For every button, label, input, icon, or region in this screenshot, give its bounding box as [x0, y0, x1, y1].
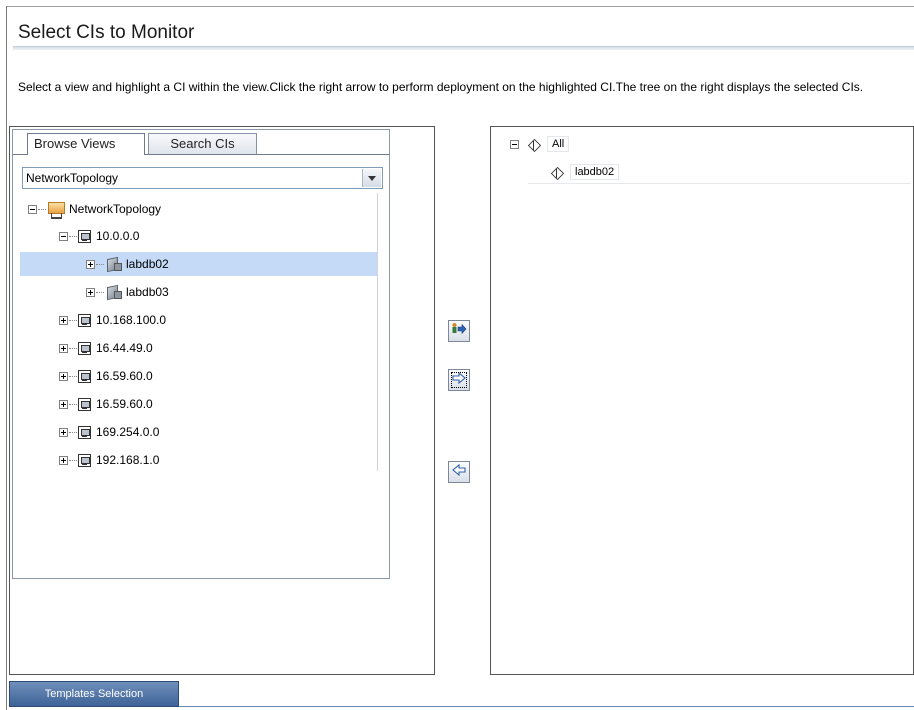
subnet-icon [78, 229, 91, 243]
tree-scroll-divider [377, 193, 378, 471]
selected-cis-panel [490, 126, 914, 675]
tree-connector [69, 319, 77, 321]
collapse-icon[interactable] [28, 204, 37, 214]
tab-browse-views[interactable]: Browse Views [27, 133, 145, 155]
people-arrow-icon [451, 322, 467, 340]
page-title: Select CIs to Monitor [18, 22, 195, 43]
tree-node-label: labdb02 [126, 257, 169, 271]
cube-icon [550, 165, 564, 179]
expand-icon[interactable] [59, 455, 68, 465]
tab-search-cis[interactable]: Search CIs [148, 133, 257, 154]
view-icon [47, 201, 65, 219]
view-select-dropdown[interactable]: NetworkTopology [22, 167, 383, 189]
expand-icon[interactable] [59, 399, 68, 409]
collapse-icon[interactable] [510, 139, 519, 149]
tree-node-label: NetworkTopology [69, 202, 162, 216]
tree-node-label: 10.0.0.0 [96, 229, 140, 243]
subnet-icon [78, 369, 91, 383]
tree-row[interactable]: 10.168.100.0 [59, 308, 166, 332]
tree-node-label: All [547, 136, 570, 152]
tree-row[interactable]: 10.0.0.0 [59, 224, 139, 248]
cube-icon [527, 137, 541, 151]
tree-node-label: 192.168.1.0 [96, 453, 160, 467]
selected-tree-root[interactable]: All [510, 132, 570, 156]
tree-row-selected[interactable]: labdb02 [20, 252, 377, 276]
title-underline [13, 46, 914, 50]
tree-connector [38, 208, 46, 210]
tree-row[interactable]: 169.254.0.0 [59, 420, 159, 444]
expand-icon[interactable] [59, 371, 68, 381]
expand-icon[interactable] [59, 427, 68, 437]
chevron-down-icon[interactable] [362, 169, 381, 187]
templates-selection-tab[interactable]: Templates Selection [9, 681, 179, 707]
subnet-icon [78, 341, 91, 355]
window-top-border [6, 6, 914, 7]
footer-tab-strip [179, 706, 914, 707]
tree-node-label: 169.254.0.0 [96, 425, 160, 439]
tree-row[interactable]: 16.59.60.0 [59, 364, 153, 388]
deploy-button[interactable] [448, 369, 470, 391]
deploy-with-children-button[interactable] [448, 320, 470, 342]
tree-node-label: 16.59.60.0 [96, 369, 153, 383]
tree-node-label: labdb02 [570, 163, 620, 180]
tree-connector [69, 235, 77, 237]
host-icon [105, 257, 122, 271]
tree-root-row[interactable]: NetworkTopology [28, 197, 161, 221]
tree-node-label: 16.44.49.0 [96, 341, 153, 355]
tree-row[interactable]: 16.59.60.0 [59, 392, 153, 416]
tree-node-label: 16.59.60.0 [96, 397, 153, 411]
tree-connector [69, 375, 77, 377]
tree-node-label: 10.168.100.0 [96, 313, 167, 327]
view-select-value: NetworkTopology [26, 171, 119, 185]
subnet-icon [78, 453, 91, 467]
tree-connector [69, 431, 77, 433]
tree-row[interactable]: 192.168.1.0 [59, 448, 159, 472]
right-arrow-icon [452, 371, 466, 388]
tree-row[interactable]: 16.44.49.0 [59, 336, 153, 360]
expand-icon[interactable] [59, 315, 68, 325]
subnet-icon [78, 425, 91, 439]
window-left-border [6, 6, 7, 710]
expand-icon[interactable] [86, 259, 95, 269]
left-arrow-icon [452, 463, 466, 480]
subnet-icon [78, 313, 91, 327]
expand-icon[interactable] [86, 287, 95, 297]
tree-connector [96, 263, 104, 265]
tree-connector [69, 403, 77, 405]
tree-connector [69, 347, 77, 349]
subnet-icon [78, 397, 91, 411]
tree-connector [69, 459, 77, 461]
tree-row[interactable]: labdb03 [86, 280, 169, 304]
expand-icon[interactable] [59, 343, 68, 353]
selected-tree-item[interactable]: labdb02 [528, 160, 911, 184]
instructions-text: Select a view and highlight a CI within … [18, 80, 864, 94]
remove-button[interactable] [448, 461, 470, 483]
collapse-icon[interactable] [59, 231, 68, 241]
host-icon [105, 285, 122, 299]
tree-connector [96, 291, 104, 293]
tree-node-label: labdb03 [126, 285, 169, 299]
